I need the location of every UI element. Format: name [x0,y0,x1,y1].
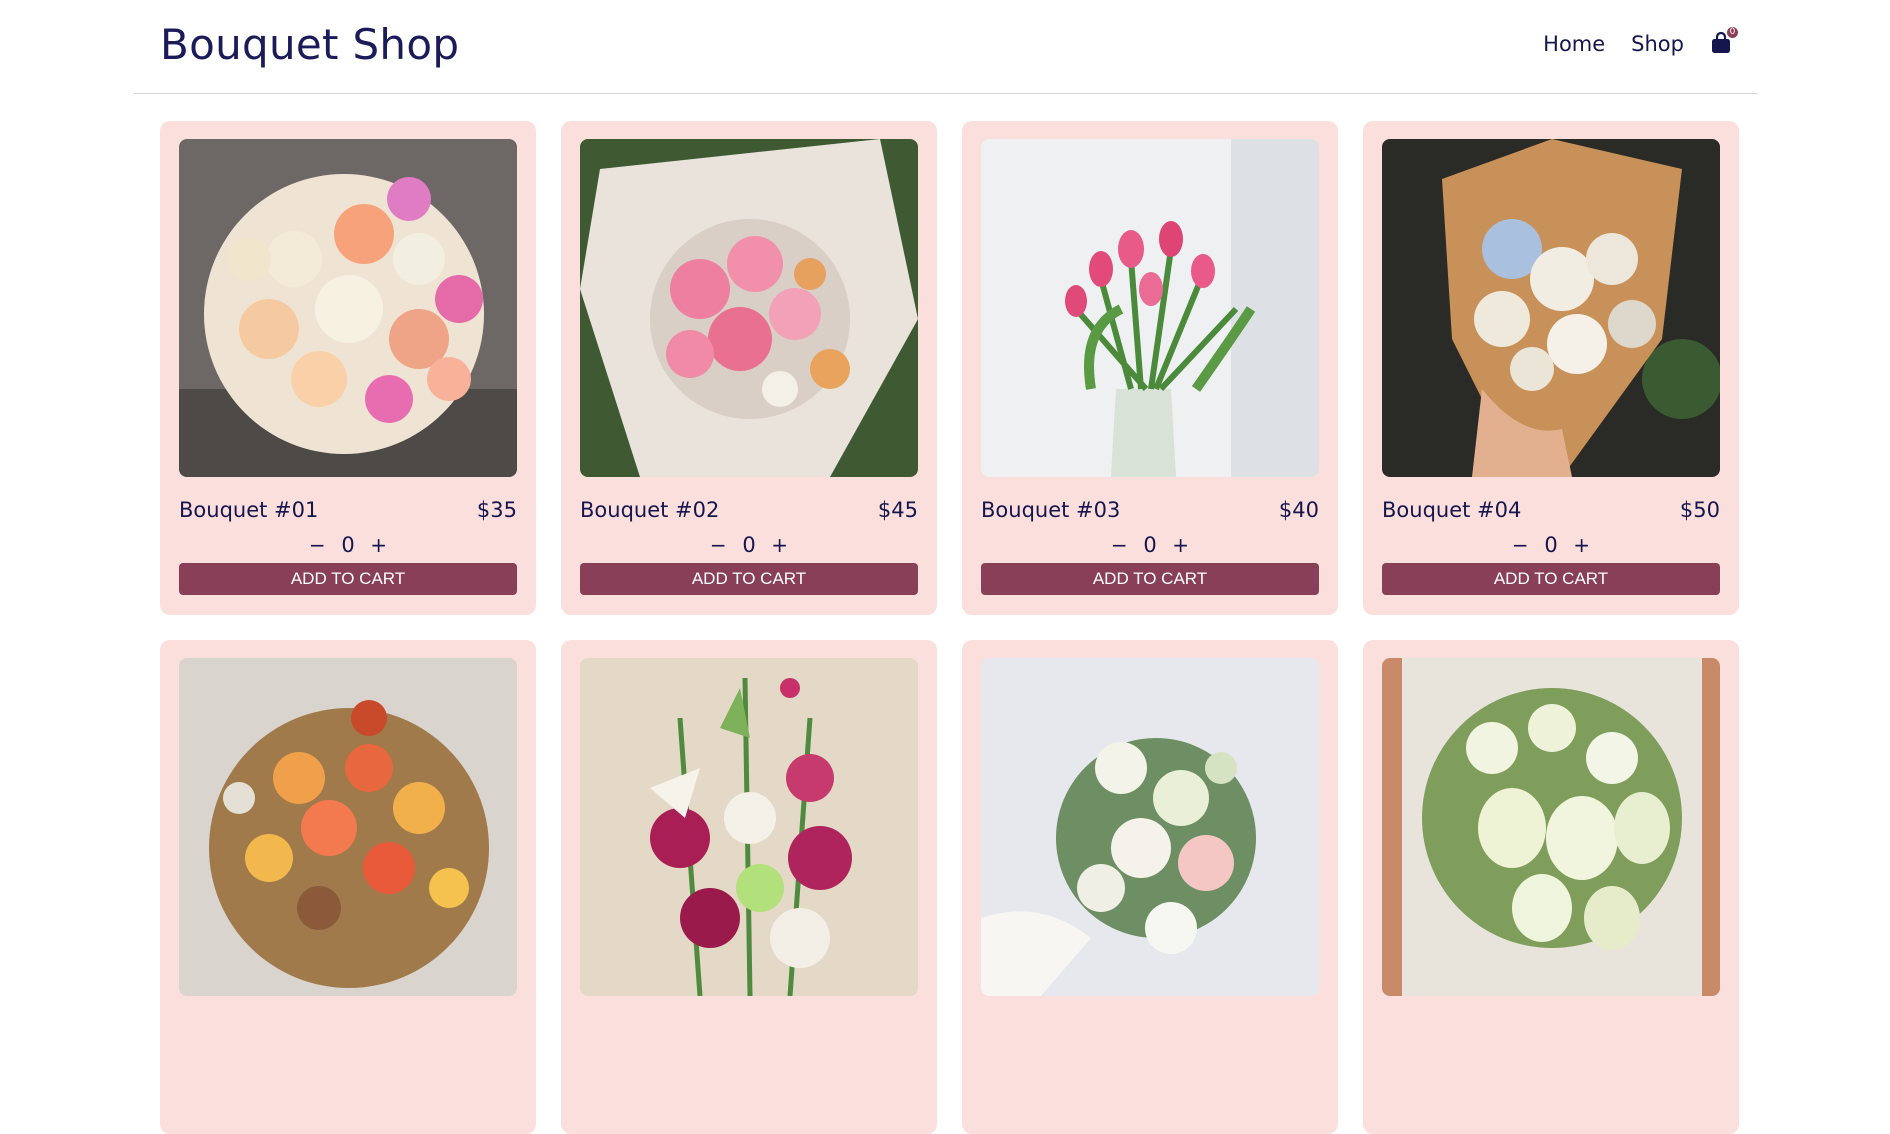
quantity-stepper: − 0 + [561,533,937,557]
product-image[interactable] [179,139,517,477]
quantity-value: 0 [341,533,355,557]
main-nav: Home Shop 0 [1543,27,1738,57]
pink-rose-wrapped-bouquet-image [580,139,918,477]
add-to-cart-button[interactable]: ADD TO CART [580,563,918,595]
lily-carnation-arrangement-image [580,658,918,996]
white-calla-lily-bouquet-image [1382,658,1720,996]
product-price: $45 [877,498,918,522]
quantity-stepper: − 0 + [1363,533,1739,557]
product-card: Bouquet #02 $45 − 0 + ADD TO CART [561,121,937,615]
product-image[interactable] [1382,658,1720,996]
nav-home-link[interactable]: Home [1543,32,1605,56]
decrement-button[interactable]: − [708,533,728,557]
site-header: Bouquet Shop Home Shop 0 [134,0,1758,94]
product-card: Bouquet #03 $40 − 0 + ADD TO CART [962,121,1338,615]
cart-count-badge: 0 [1727,27,1738,38]
increment-button[interactable]: + [1171,533,1191,557]
white-peony-bridal-bouquet-image [981,658,1319,996]
product-card [962,640,1338,1134]
product-price: $35 [476,498,517,522]
increment-button[interactable]: + [770,533,790,557]
product-info: Bouquet #01 $35 [179,498,517,522]
decrement-button[interactable]: − [1109,533,1129,557]
brand-logo[interactable]: Bouquet Shop [160,20,459,69]
nav-shop-link[interactable]: Shop [1631,32,1684,56]
product-card: Bouquet #04 $50 − 0 + ADD TO CART [1363,121,1739,615]
product-card [160,640,536,1134]
decrement-button[interactable]: − [307,533,327,557]
white-rose-kraft-bouquet-image [1382,139,1720,477]
product-price: $40 [1278,498,1319,522]
pink-tulip-vase-image [981,139,1319,477]
product-grid: Bouquet #01 $35 − 0 + ADD TO CART Bouque… [160,121,1739,1134]
product-info: Bouquet #04 $50 [1382,498,1720,522]
cart-button[interactable]: 0 [1710,27,1738,57]
product-name: Bouquet #02 [580,498,720,522]
quantity-stepper: − 0 + [962,533,1338,557]
add-to-cart-button[interactable]: ADD TO CART [1382,563,1720,595]
increment-button[interactable]: + [1572,533,1592,557]
product-name: Bouquet #01 [179,498,319,522]
product-card [561,640,937,1134]
product-image[interactable] [1382,139,1720,477]
product-card [1363,640,1739,1134]
orange-autumn-bouquet-image [179,658,517,996]
pink-peach-rose-bouquet-image [179,139,517,477]
product-price: $50 [1679,498,1720,522]
product-image[interactable] [580,139,918,477]
product-image[interactable] [981,658,1319,996]
product-image[interactable] [981,139,1319,477]
quantity-value: 0 [1143,533,1157,557]
product-name: Bouquet #03 [981,498,1121,522]
product-image[interactable] [580,658,918,996]
quantity-value: 0 [742,533,756,557]
product-name: Bouquet #04 [1382,498,1522,522]
add-to-cart-button[interactable]: ADD TO CART [179,563,517,595]
quantity-stepper: − 0 + [160,533,536,557]
quantity-value: 0 [1544,533,1558,557]
decrement-button[interactable]: − [1510,533,1530,557]
add-to-cart-button[interactable]: ADD TO CART [981,563,1319,595]
product-info: Bouquet #02 $45 [580,498,918,522]
product-image[interactable] [179,658,517,996]
product-card: Bouquet #01 $35 − 0 + ADD TO CART [160,121,536,615]
increment-button[interactable]: + [369,533,389,557]
product-info: Bouquet #03 $40 [981,498,1319,522]
